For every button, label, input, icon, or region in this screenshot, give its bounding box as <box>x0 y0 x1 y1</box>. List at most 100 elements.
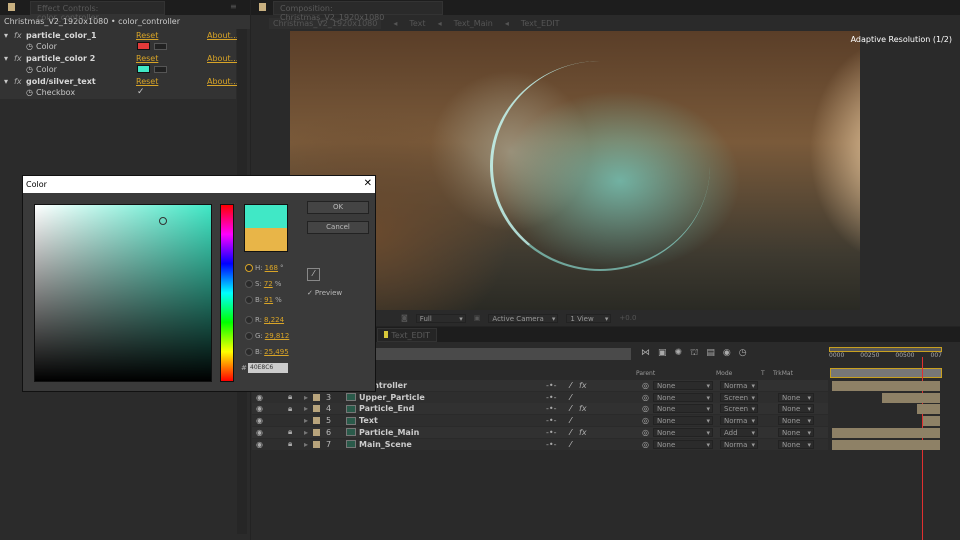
shy-switch[interactable]: -•- <box>546 404 557 413</box>
stopwatch-icon[interactable]: ◷ <box>0 42 33 51</box>
tab-composition[interactable]: Composition: Christmas_V2_1920x1080 <box>273 1 443 22</box>
stopwatch-icon[interactable]: ◷ <box>739 348 747 359</box>
breadcrumb-item[interactable]: Text_Main <box>454 19 493 28</box>
hue-slider[interactable] <box>220 204 234 382</box>
mode-dropdown[interactable]: Norma <box>720 416 758 426</box>
color-swatch[interactable] <box>137 42 150 50</box>
label-color[interactable] <box>313 440 320 448</box>
label-color[interactable] <box>313 417 320 425</box>
visibility-eye-icon[interactable]: ◉ <box>256 428 263 437</box>
label-color[interactable] <box>313 405 320 413</box>
trkmat-dropdown[interactable]: None <box>778 404 814 414</box>
parent-pickwhip-icon[interactable]: ◎ <box>642 416 649 425</box>
stopwatch-icon[interactable]: ◷ <box>0 88 33 97</box>
color-swatch[interactable] <box>137 65 150 73</box>
layer-name[interactable]: Particle_End <box>359 404 414 413</box>
trkmat-dropdown[interactable]: None <box>778 427 814 437</box>
quality-switch[interactable]: ⁄ <box>570 440 571 449</box>
parent-dropdown[interactable]: None <box>653 427 713 437</box>
tab-text-edit[interactable]: Text_EDIT <box>377 328 437 342</box>
parent-dropdown[interactable]: None <box>653 416 713 426</box>
visibility-eye-icon[interactable]: ◉ <box>256 393 263 402</box>
expand-arrow-icon[interactable]: ▸ <box>304 393 308 402</box>
draft3d-icon[interactable]: ▣ <box>658 348 667 359</box>
label-color[interactable] <box>313 393 320 401</box>
quality-switch[interactable]: ⁄ <box>570 404 571 413</box>
comp-flow-icon[interactable]: ⋈ <box>641 348 650 359</box>
eyedropper-icon[interactable] <box>154 42 167 50</box>
radio-button[interactable] <box>245 264 253 272</box>
visibility-eye-icon[interactable]: ◉ <box>256 404 263 413</box>
layer-duration-bar[interactable] <box>832 427 940 438</box>
exposure-value[interactable]: +0.0 <box>619 314 636 322</box>
field-value[interactable]: 8,224 <box>264 316 284 324</box>
layer-duration-bar[interactable] <box>832 381 940 391</box>
fx-switch[interactable]: fx <box>579 404 587 413</box>
parent-pickwhip-icon[interactable]: ◎ <box>642 381 649 390</box>
shy-switch[interactable]: -•- <box>546 393 557 402</box>
layer-duration-bar[interactable] <box>881 392 940 403</box>
region-icon[interactable]: ▣ <box>474 314 481 322</box>
layer-row[interactable]: ◉ 🔒︎ ▸ 3 Upper_Particle -•- ⁄ ◎ None Scr… <box>252 391 828 403</box>
about-link[interactable]: About... <box>207 54 238 63</box>
parent-pickwhip-icon[interactable]: ◎ <box>642 393 649 402</box>
trkmat-dropdown[interactable]: None <box>778 392 814 402</box>
expand-arrow-icon[interactable]: ▸ <box>304 428 308 437</box>
lock-icon[interactable]: 🔒︎ <box>288 439 292 449</box>
parent-dropdown[interactable]: None <box>653 381 713 390</box>
saturation-brightness-field[interactable] <box>34 204 212 382</box>
lock-icon[interactable]: 🔒︎ <box>288 392 292 402</box>
layer-name[interactable]: Particle_Main <box>359 428 419 437</box>
color-picker-cursor[interactable] <box>159 217 167 225</box>
layer-row[interactable]: ◉ 🔒︎ ▸ 4 Particle_End -•- ⁄ fx ◎ None Sc… <box>252 403 828 415</box>
mode-dropdown[interactable]: Norma <box>720 381 758 390</box>
stopwatch-icon[interactable]: ◷ <box>0 65 33 74</box>
camera-icon[interactable]: ◙ <box>401 314 408 322</box>
quality-switch[interactable]: ⁄ <box>570 381 571 390</box>
graph-icon[interactable]: ◉ <box>723 348 731 359</box>
parent-pickwhip-icon[interactable]: ◎ <box>642 404 649 413</box>
layer-duration-bar[interactable] <box>832 439 940 450</box>
panel-menu-icon[interactable]: ≡ <box>230 2 237 11</box>
breadcrumb-item[interactable]: Text_EDIT <box>521 19 560 28</box>
parent-pickwhip-icon[interactable]: ◎ <box>642 428 649 437</box>
lock-icon[interactable]: 🔒︎ <box>288 427 292 437</box>
radio-button[interactable] <box>245 348 253 356</box>
quality-switch[interactable]: ⁄ <box>570 416 571 425</box>
cancel-button[interactable]: Cancel <box>307 221 369 234</box>
layer-duration-bar[interactable] <box>922 416 940 427</box>
close-icon[interactable]: ✕ <box>364 179 372 189</box>
layer-row[interactable]: ◉ 🔒︎ ▸ 6 Particle_Main -•- ⁄ fx ◎ None A… <box>252 426 828 438</box>
radio-button[interactable] <box>245 280 253 288</box>
field-value[interactable]: 91 <box>264 296 273 304</box>
parent-dropdown[interactable]: None <box>653 392 713 402</box>
hex-input[interactable]: 40E8C6 <box>248 363 288 373</box>
checkbox[interactable]: ✓ <box>137 87 145 97</box>
layer-row[interactable]: ◉ 🔒︎ ▸ 7 Main_Scene -•- ⁄ ◎ None Norma N… <box>252 438 828 450</box>
expand-arrow-icon[interactable]: ▸ <box>304 440 308 449</box>
fx-switch[interactable]: fx <box>579 428 587 437</box>
reset-link[interactable]: Reset <box>136 77 158 86</box>
breadcrumb-item[interactable]: Text <box>409 19 425 28</box>
fx-switch[interactable]: fx <box>579 381 587 390</box>
frame-blend-icon[interactable]: ⛫ <box>690 348 698 359</box>
field-value[interactable]: 72 <box>264 280 273 288</box>
tab-effect-controls[interactable]: Effect Controls: color_controller <box>30 1 165 22</box>
camera-dropdown[interactable]: Active Camera <box>488 313 559 323</box>
mode-dropdown[interactable]: Add <box>720 427 758 437</box>
layer-name[interactable]: Text <box>359 416 378 425</box>
mode-dropdown[interactable]: Screen <box>720 404 758 414</box>
parent-dropdown[interactable]: None <box>653 404 713 414</box>
mode-dropdown[interactable]: Screen <box>720 392 758 402</box>
eyedropper-icon[interactable] <box>154 65 167 73</box>
quality-switch[interactable]: ⁄ <box>570 428 571 437</box>
shy-switch[interactable]: -•- <box>546 428 557 437</box>
radio-button[interactable] <box>245 316 253 324</box>
motion-blur-icon[interactable]: ▤ <box>706 348 715 359</box>
mode-dropdown[interactable]: Norma <box>720 439 758 449</box>
shy-switch[interactable]: -•- <box>546 440 557 449</box>
color-swatch-old[interactable] <box>244 228 288 252</box>
about-link[interactable]: About... <box>207 31 238 40</box>
radio-button[interactable] <box>245 332 253 340</box>
shy-switch[interactable]: -•- <box>546 416 557 425</box>
